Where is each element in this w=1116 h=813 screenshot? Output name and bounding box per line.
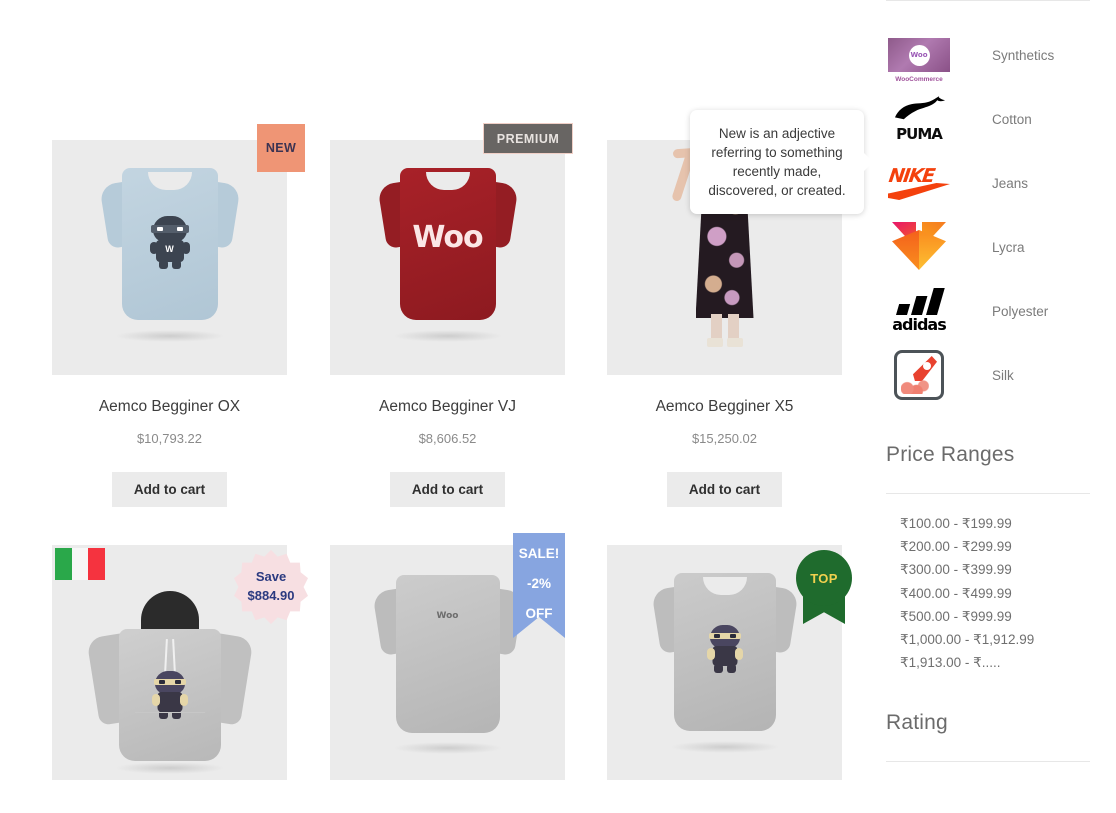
- woo-logo-text: Woo: [908, 44, 930, 66]
- product-card[interactable]: Woo PREMIUM Aemco Begginer VJ $8,606.52 …: [330, 123, 573, 508]
- badge-tooltip: New is an adjective referring to somethi…: [690, 110, 873, 214]
- price-ranges-widget: Price Ranges ₹100.00 - ₹199.99 ₹200.00 -…: [886, 443, 1090, 675]
- rating-heading: Rating: [886, 710, 948, 734]
- tshirt-graphic: Woo: [376, 168, 519, 342]
- firefox-fox-logo-icon: [886, 222, 952, 272]
- product-card[interactable]: TOP: [607, 545, 852, 780]
- adidas-wordmark: adidas: [892, 315, 947, 334]
- price-range-item[interactable]: ₹1,913.00 - ₹.....: [900, 651, 1090, 674]
- brand-label[interactable]: Cotton: [992, 112, 1032, 127]
- product-price: $8,606.52: [418, 430, 477, 446]
- badge-new-diamond[interactable]: NEW New is an adjective referring to som…: [690, 110, 873, 214]
- product-row-middle: W NEW Aemco Begginer OX $10,793.22 Add t…: [0, 110, 873, 535]
- product-card[interactable]: Save $884.90: [52, 545, 308, 780]
- woo-wordmark-icon: Woo: [412, 220, 483, 255]
- woo-wordmark-icon: Woo: [436, 611, 459, 621]
- brand-item-polyester[interactable]: adidas Polyester: [886, 279, 1090, 343]
- add-to-cart-button[interactable]: Add to cart: [111, 471, 228, 508]
- badge-top: TOP: [793, 550, 855, 626]
- price-range-item[interactable]: ₹400.00 - ₹499.99: [900, 582, 1090, 605]
- product-price: $10,793.22: [136, 430, 203, 446]
- sidebar: Woo WooCommerce Synthetics PUMA Cotton N…: [886, 0, 1090, 762]
- badge-save-line2: $884.90: [247, 588, 295, 603]
- brand-item-cotton[interactable]: PUMA Cotton: [886, 87, 1090, 151]
- product-thumbnail[interactable]: Save $884.90: [52, 545, 308, 780]
- hoodie-graphic: [85, 585, 254, 774]
- puma-wordmark: PUMA: [896, 125, 943, 143]
- brand-item-jeans[interactable]: NIKE Jeans: [886, 151, 1090, 215]
- price-range-item[interactable]: ₹200.00 - ₹299.99: [900, 535, 1090, 558]
- product-title[interactable]: Aemco Begginer VJ: [330, 398, 565, 417]
- price-range-item[interactable]: ₹1,000.00 - ₹1,912.99: [900, 628, 1090, 651]
- rating-divider: [886, 760, 1090, 762]
- tshirt-graphic: Woo: [371, 575, 524, 754]
- product-row-bottom: Save $884.90 Woo SALE! -2% OFF TOP: [0, 533, 868, 813]
- ninja-mascot-icon: [702, 625, 748, 677]
- product-thumbnail[interactable]: Woo PREMIUM: [330, 123, 573, 375]
- italy-flag-icon: [55, 548, 106, 580]
- nike-wordmark: NIKE: [887, 165, 936, 187]
- product-image-red-woo-tee: Woo: [330, 140, 565, 375]
- product-thumbnail[interactable]: Woo SALE! -2% OFF: [330, 533, 565, 780]
- badge-sale-line2: -2%: [526, 576, 551, 591]
- ninja-mascot-icon: W: [145, 216, 195, 272]
- brand-filter-list: Woo WooCommerce Synthetics PUMA Cotton N…: [886, 23, 1090, 407]
- price-range-item[interactable]: ₹100.00 - ₹199.99: [900, 512, 1090, 535]
- brand-label[interactable]: Jeans: [992, 176, 1028, 191]
- adidas-logo-icon: adidas: [886, 286, 952, 336]
- product-card[interactable]: Woo SALE! -2% OFF: [330, 533, 565, 780]
- price-ranges-list: ₹100.00 - ₹199.99 ₹200.00 - ₹299.99 ₹300…: [886, 494, 1090, 675]
- puma-logo-icon: PUMA: [886, 94, 952, 144]
- price-range-item[interactable]: ₹500.00 - ₹999.99: [900, 605, 1090, 628]
- rocket-icon: [886, 350, 952, 400]
- brand-item-lycra[interactable]: Lycra: [886, 215, 1090, 279]
- nike-logo-icon: NIKE: [886, 158, 952, 208]
- badge-save-line1: Save: [255, 569, 287, 585]
- product-title[interactable]: Aemco Begginer OX: [52, 398, 287, 417]
- product-price: $15,250.02: [691, 430, 758, 446]
- sidebar-divider-top: [886, 0, 1090, 1]
- product-row-top: $6,785.63 Read more $350.10 – $29,971.94…: [0, 0, 868, 60]
- woocommerce-logo-icon: Woo WooCommerce: [886, 30, 952, 83]
- badge-new: NEW: [257, 124, 305, 172]
- product-thumbnail[interactable]: W NEW: [52, 124, 305, 375]
- add-to-cart-button[interactable]: Add to cart: [389, 471, 506, 508]
- price-ranges-heading: Price Ranges: [886, 443, 1015, 466]
- tshirt-graphic: W: [98, 168, 241, 342]
- product-card[interactable]: NEW New is an adjective referring to som…: [607, 110, 873, 508]
- product-title[interactable]: Aemco Begginer X5: [607, 398, 842, 417]
- badge-premium: PREMIUM: [483, 123, 573, 154]
- brand-label[interactable]: Silk: [992, 368, 1014, 383]
- add-to-cart-button[interactable]: Add to cart: [666, 471, 783, 508]
- shop-page: $6,785.63 Read more $350.10 – $29,971.94…: [0, 0, 1116, 813]
- product-grid: $6,785.63 Read more $350.10 – $29,971.94…: [0, 0, 873, 813]
- product-image-blue-ninja-tee: W: [52, 140, 287, 375]
- brand-label[interactable]: Synthetics: [992, 48, 1054, 63]
- product-card[interactable]: W NEW Aemco Begginer OX $10,793.22 Add t…: [52, 124, 305, 508]
- badge-top-label: TOP: [796, 550, 852, 606]
- rating-widget: Rating: [886, 711, 1090, 762]
- tshirt-graphic: [650, 573, 799, 753]
- puma-cat-icon: [894, 96, 946, 120]
- brand-label[interactable]: Polyester: [992, 304, 1048, 319]
- woo-logo-subtext: WooCommerce: [895, 76, 943, 83]
- brand-label[interactable]: Lycra: [992, 240, 1025, 255]
- badge-sale-line1: SALE!: [518, 546, 560, 561]
- brand-item-silk[interactable]: Silk: [886, 343, 1090, 407]
- brand-item-synthetics[interactable]: Woo WooCommerce Synthetics: [886, 23, 1090, 87]
- price-range-item[interactable]: ₹300.00 - ₹399.99: [900, 558, 1090, 581]
- product-thumbnail[interactable]: TOP: [607, 545, 852, 780]
- product-thumbnail[interactable]: NEW New is an adjective referring to som…: [607, 110, 873, 375]
